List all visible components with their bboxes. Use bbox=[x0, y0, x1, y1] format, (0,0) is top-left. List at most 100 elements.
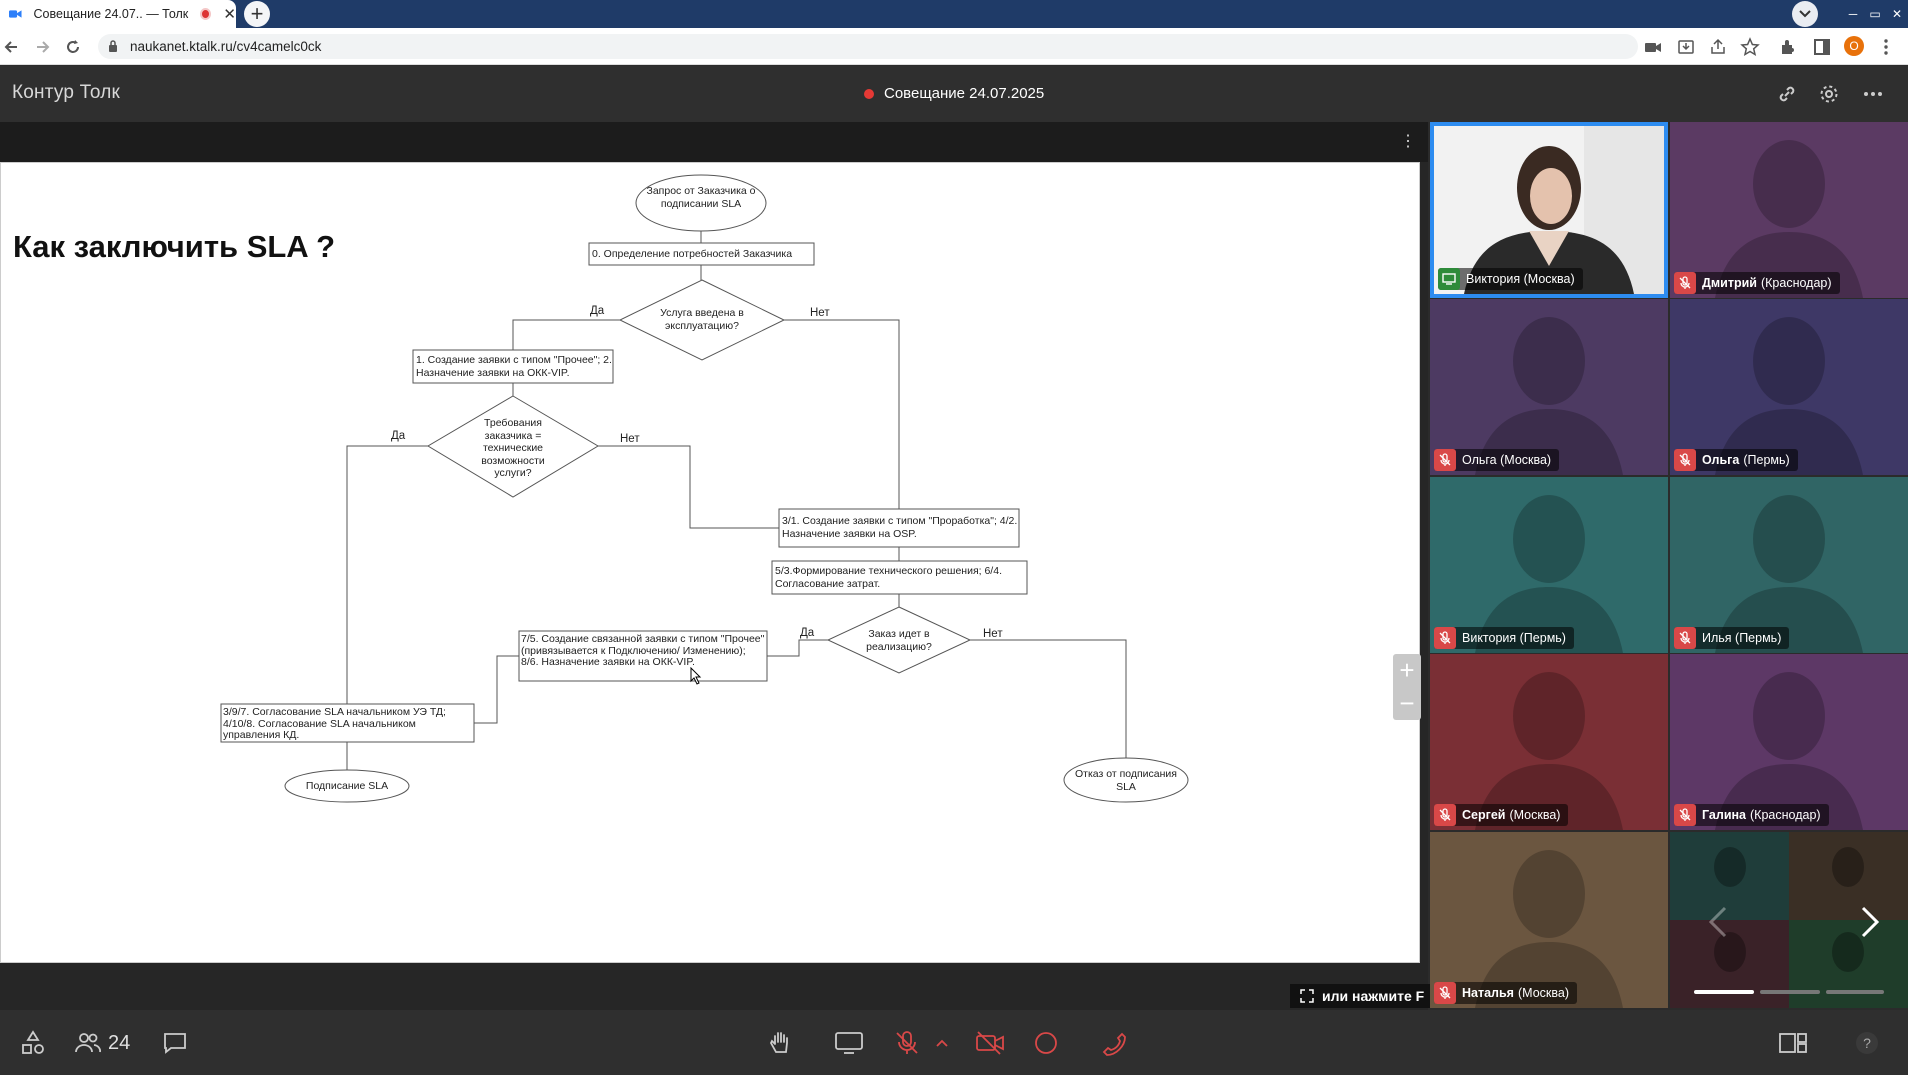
leave-call-button[interactable] bbox=[1100, 1030, 1128, 1056]
bookmark-star-icon[interactable] bbox=[1740, 37, 1760, 57]
microphone-muted-icon bbox=[1674, 449, 1696, 471]
participant-first-name: Сергей bbox=[1462, 808, 1506, 822]
tile-pager bbox=[1694, 990, 1884, 994]
apps-button[interactable] bbox=[20, 1030, 46, 1056]
participant-tile[interactable]: Ольга (Пермь) bbox=[1670, 299, 1908, 475]
profile-avatar[interactable]: O bbox=[1844, 36, 1864, 56]
flow-step7586-text: 7/5. Создание связанной заявки с типом "… bbox=[521, 633, 765, 668]
participant-first-name: Ольга bbox=[1702, 453, 1740, 467]
minimize-button[interactable]: ─ bbox=[1842, 7, 1864, 21]
url-text: naukanet.ktalk.ru/cv4camelc0ck bbox=[130, 39, 322, 54]
mouse-cursor-icon bbox=[690, 667, 702, 685]
new-tab-button[interactable]: + bbox=[244, 1, 270, 27]
pager-dot[interactable] bbox=[1826, 990, 1884, 994]
pager-dot-active[interactable] bbox=[1694, 990, 1754, 994]
browser-toolbar: naukanet.ktalk.ru/cv4camelc0ck O bbox=[0, 28, 1908, 65]
participant-name-tag: Сергей (Москва) bbox=[1434, 804, 1569, 826]
side-panel-icon[interactable] bbox=[1812, 37, 1832, 57]
participant-tile[interactable]: Виктория (Пермь) bbox=[1430, 477, 1668, 653]
settings-gear-icon[interactable] bbox=[1818, 83, 1840, 105]
q2-yes-label: Да bbox=[391, 430, 406, 442]
zoom-out-button[interactable]: − bbox=[1393, 687, 1421, 720]
participant-first-name: Наталья bbox=[1462, 986, 1514, 1000]
browser-tab[interactable]: Совещание 24.07.. — Толк ✕ bbox=[0, 0, 236, 28]
browser-tab-bar: Совещание 24.07.. — Толк ✕ + ─ ▭ ✕ bbox=[0, 0, 1908, 28]
reload-icon[interactable] bbox=[63, 37, 83, 57]
camera-button[interactable] bbox=[974, 1030, 1006, 1056]
participant-name-tag: Виктория (Москва) bbox=[1438, 268, 1583, 290]
screen-share-icon bbox=[1438, 268, 1460, 290]
record-button[interactable] bbox=[1033, 1030, 1059, 1056]
microphone-muted-icon bbox=[1434, 449, 1456, 471]
close-tab-icon[interactable]: ✕ bbox=[223, 5, 236, 23]
maximize-button[interactable]: ▭ bbox=[1864, 7, 1886, 21]
screen-share-button[interactable] bbox=[834, 1030, 864, 1056]
participant-tile[interactable]: Дмитрий (Краснодар) bbox=[1670, 122, 1908, 298]
flow-step5364-text: 5/3.Формирование технического решения; 6… bbox=[775, 565, 1002, 590]
forward-arrow-icon[interactable] bbox=[32, 37, 52, 57]
zoom-in-button[interactable]: + bbox=[1393, 654, 1421, 687]
chevron-down-icon bbox=[1799, 10, 1811, 18]
participant-tile[interactable]: Галина (Краснодар) bbox=[1670, 654, 1908, 830]
flowchart bbox=[220, 174, 1189, 803]
phone-hangup-icon bbox=[1102, 1032, 1126, 1056]
pager-dot[interactable] bbox=[1760, 990, 1820, 994]
participant-name: (Краснодар) bbox=[1750, 808, 1821, 822]
participant-tile[interactable]: Ольга (Москва) bbox=[1430, 299, 1668, 475]
participant-name: Илья (Пермь) bbox=[1702, 631, 1782, 645]
participant-name: Ольга (Москва) bbox=[1462, 453, 1552, 467]
svg-text:?: ? bbox=[1863, 1035, 1871, 1051]
flow-end-refuse-text: Отказ от подписания SLA bbox=[1074, 768, 1177, 793]
hand-icon bbox=[769, 1032, 788, 1053]
meeting-title: Совещание 24.07.2025 bbox=[864, 85, 1044, 102]
flow-end-sign-text: Подписание SLA bbox=[305, 780, 389, 792]
tab-search-button[interactable] bbox=[1792, 1, 1818, 27]
microphone-muted-icon bbox=[1674, 627, 1696, 649]
flow-q2-text: Требования заказчика = технические возмо… bbox=[481, 417, 545, 479]
recording-indicator-icon bbox=[200, 8, 212, 20]
prev-page-button[interactable] bbox=[1698, 902, 1738, 942]
flow-step0-text: 0. Определение потребностей Заказчика bbox=[592, 248, 793, 260]
microphone-button[interactable] bbox=[894, 1030, 920, 1056]
participant-name: Виктория (Москва) bbox=[1466, 272, 1575, 286]
q1-yes-label: Да bbox=[590, 305, 605, 317]
mic-options-button[interactable] bbox=[936, 1030, 948, 1056]
participants-button[interactable]: 24 bbox=[74, 1030, 130, 1056]
recording-dot-icon bbox=[864, 88, 874, 99]
participant-name: (Пермь) bbox=[1743, 453, 1790, 467]
microphone-muted-icon bbox=[1434, 804, 1456, 826]
raise-hand-button[interactable] bbox=[768, 1030, 794, 1056]
lock-icon bbox=[109, 40, 117, 52]
more-options-icon[interactable] bbox=[1862, 83, 1884, 105]
extensions-icon[interactable] bbox=[1778, 37, 1798, 57]
chevron-right-icon bbox=[1861, 906, 1879, 938]
kebab-menu-icon[interactable] bbox=[1876, 37, 1896, 57]
q2-no-label: Нет bbox=[620, 433, 640, 445]
participant-name-tag: Галина (Краснодар) bbox=[1674, 804, 1829, 826]
microphone-muted-icon bbox=[1434, 982, 1456, 1004]
meeting-controls: 24 ? bbox=[0, 1010, 1908, 1075]
layout-button[interactable] bbox=[1778, 1030, 1808, 1056]
fullscreen-hint[interactable]: или нажмите F bbox=[1290, 984, 1435, 1008]
camera-icon[interactable] bbox=[1643, 37, 1663, 57]
chat-button[interactable] bbox=[162, 1030, 188, 1056]
help-icon: ? bbox=[1856, 1032, 1878, 1054]
link-icon[interactable] bbox=[1776, 83, 1798, 105]
shared-slide: Как заключить SLA ? Запрос от Заказчика … bbox=[0, 162, 1420, 963]
share-menu-icon[interactable]: ⋮ bbox=[1400, 132, 1416, 152]
participant-tile[interactable]: Наталья (Москва) bbox=[1430, 832, 1668, 1008]
participant-tile[interactable]: Виктория (Москва) bbox=[1430, 122, 1668, 298]
zoom-controls: + − bbox=[1393, 654, 1421, 720]
install-icon[interactable] bbox=[1676, 37, 1696, 57]
microphone-muted-icon bbox=[1674, 272, 1696, 294]
share-icon[interactable] bbox=[1708, 37, 1728, 57]
back-arrow-icon[interactable] bbox=[2, 37, 22, 57]
participant-tile[interactable]: Илья (Пермь) bbox=[1670, 477, 1908, 653]
close-window-button[interactable]: ✕ bbox=[1886, 7, 1908, 21]
participant-name: (Москва) bbox=[1509, 808, 1561, 822]
next-page-button[interactable] bbox=[1850, 902, 1890, 942]
camera-off-icon bbox=[976, 1031, 1004, 1055]
participant-tile[interactable]: Сергей (Москва) bbox=[1430, 654, 1668, 830]
help-button[interactable]: ? bbox=[1854, 1030, 1880, 1056]
address-bar[interactable]: naukanet.ktalk.ru/cv4camelc0ck bbox=[98, 34, 1638, 59]
